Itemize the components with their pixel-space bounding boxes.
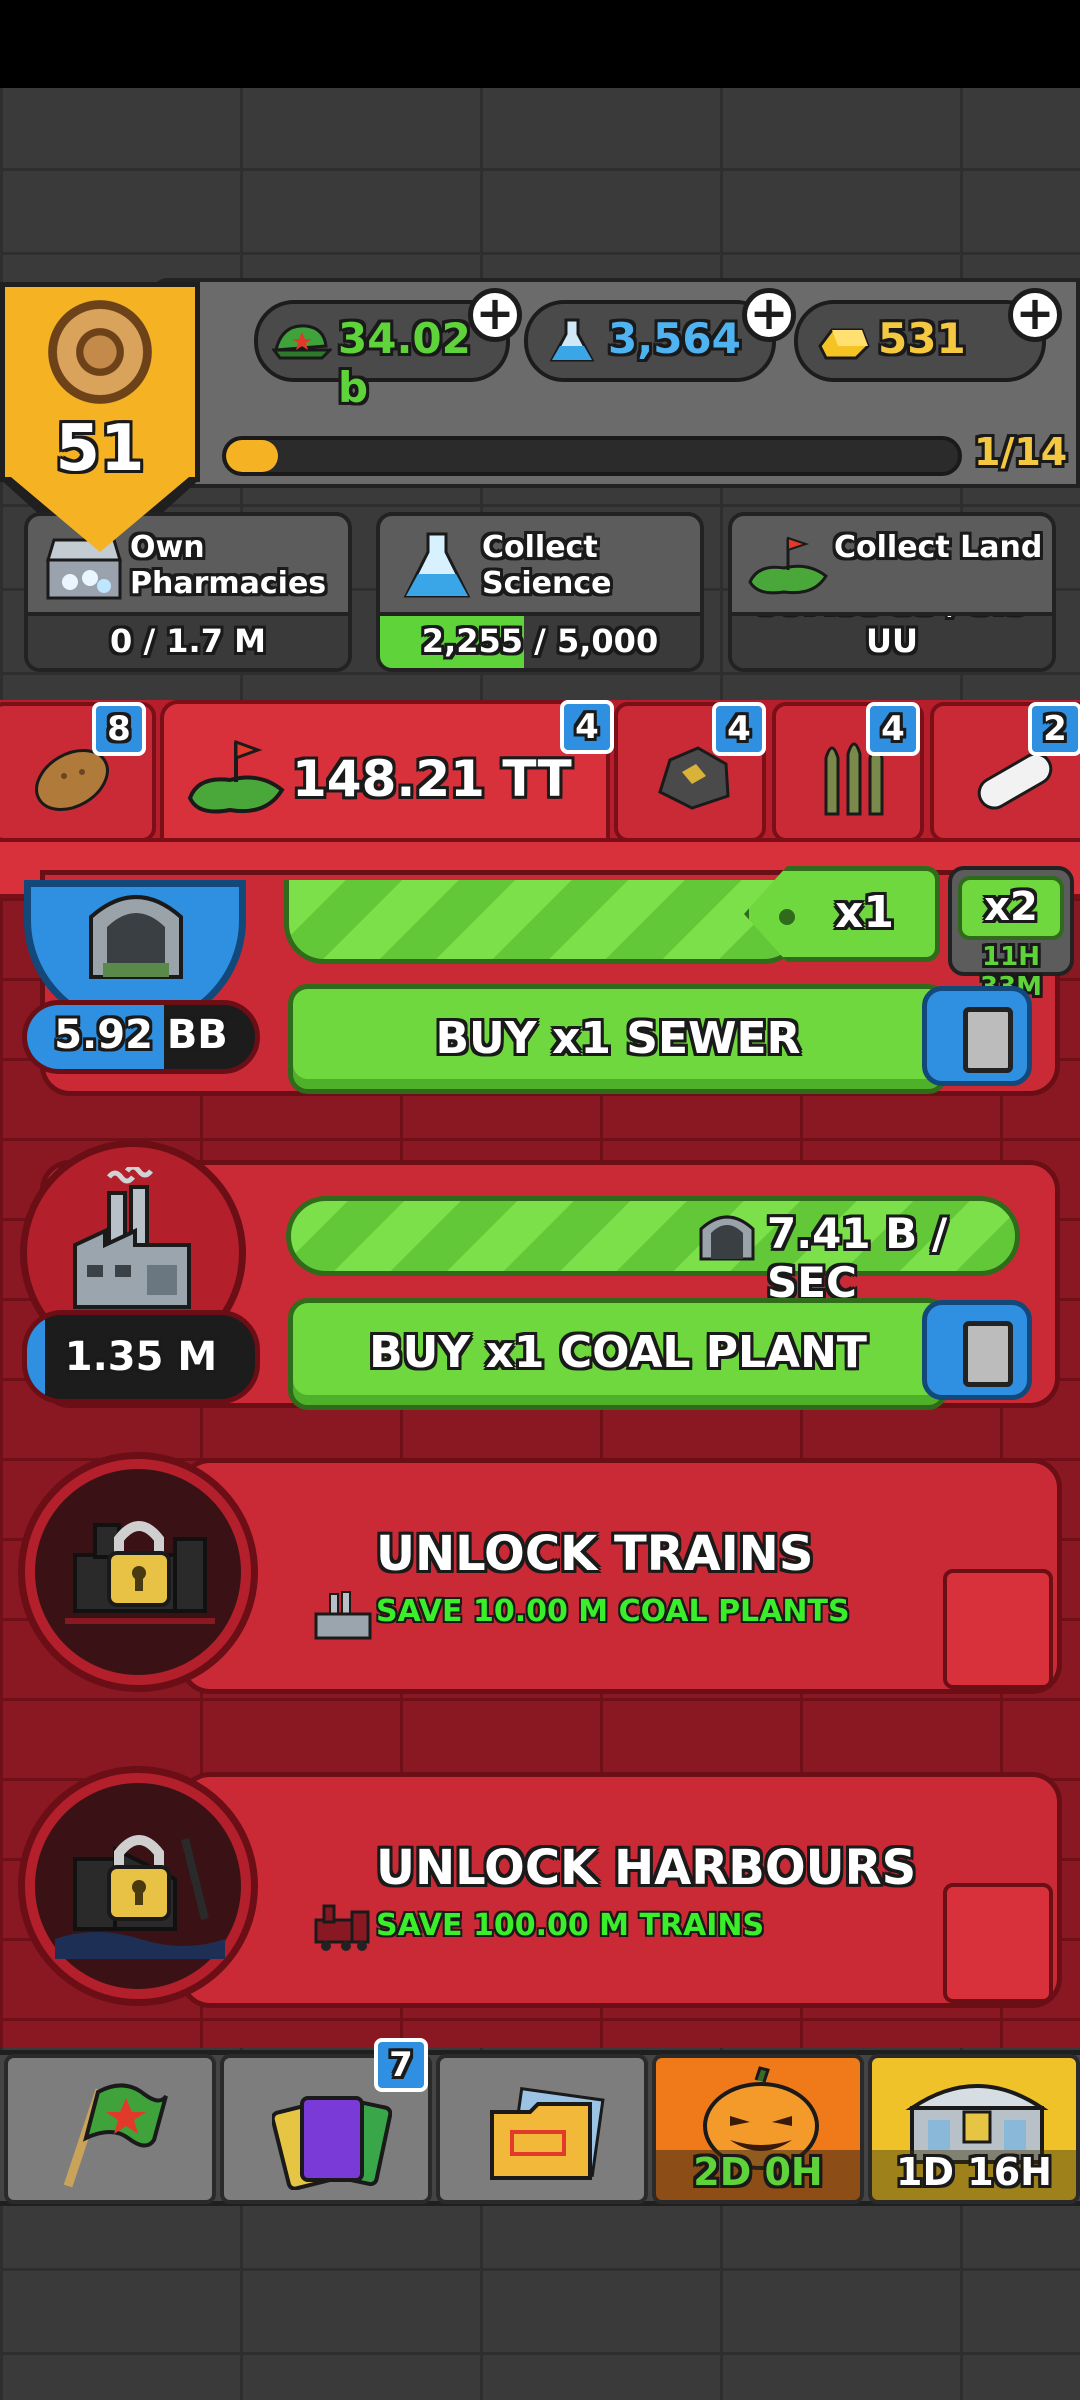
add-cash-plus-icon[interactable]: + — [468, 288, 522, 342]
sewer-count: 5.92 BB — [22, 1000, 260, 1074]
cards-icon — [272, 2095, 392, 2190]
science-counter[interactable]: 3,564 + — [524, 288, 796, 382]
buy-coal-plant-label: BUY x1 COAL PLANT — [369, 1327, 867, 1378]
quest-progress-bar: 0 / 1.7 M — [28, 612, 348, 668]
buy-coal-plant-button[interactable]: BUY x1 COAL PLANT — [288, 1298, 948, 1410]
quest-label: Collect Science — [482, 530, 612, 601]
chest-timer: 1D 16H — [896, 2150, 1052, 2194]
nav-missions-button[interactable] — [436, 2054, 648, 2204]
tab-badge: 4 — [712, 702, 766, 756]
unlock-trains-title: UNLOCK TRAINS — [376, 1526, 814, 1582]
nav-chest-button[interactable]: 1D 16H — [868, 2054, 1080, 2204]
tab-pill[interactable]: 2 — [930, 702, 1080, 842]
tv-icon: x2 — [958, 876, 1064, 940]
coal-plant-production-bar: 7.41 B / SEC — [286, 1196, 1020, 1307]
tag-hole-icon — [779, 909, 795, 925]
level-progress-bar — [222, 436, 962, 476]
tab-ore[interactable]: 4 — [614, 702, 766, 842]
folder-icon — [490, 2086, 605, 2180]
level-progress-fill — [226, 440, 278, 472]
coal-plant-upgrade-card-button[interactable] — [922, 1300, 1032, 1400]
tab-badge: 8 — [92, 702, 146, 756]
train-small-icon — [314, 1904, 370, 1951]
quest-progress-bar: 907.58 SS / 5.5 UU — [732, 612, 1052, 668]
coal-plant-count: 1.35 M — [22, 1310, 260, 1404]
harbours-locked-circle — [18, 1766, 258, 2006]
sewer-icon — [89, 895, 183, 979]
quest-progress-bar: 2,255 / 5,000 — [380, 612, 700, 668]
nav-halloween-event-button[interactable]: 2D 0H — [652, 2054, 864, 2204]
event-timer: 2D 0H — [693, 2150, 823, 2194]
player-level: 51 — [55, 412, 145, 486]
unlock-trains-corner — [943, 1569, 1053, 1689]
unlock-harbours-corner — [943, 1883, 1053, 2003]
gold-value: 531 — [878, 314, 966, 363]
sewer-count-value: 5.92 BB — [54, 1012, 228, 1058]
land-flag-icon — [187, 739, 285, 814]
sewer-small-icon — [699, 1215, 755, 1261]
nav-cards-button[interactable]: 7 — [220, 2038, 432, 2204]
quest-value: 0 / 1.7 M — [110, 622, 266, 660]
land-flag-icon — [748, 536, 828, 595]
sewer-production-bar — [284, 880, 804, 964]
sewer-upgrade-card-button[interactable] — [922, 986, 1032, 1086]
land-value: 148.21 TT — [292, 750, 572, 808]
quest-collect-land[interactable]: Collect Land 907.58 SS / 5.5 UU — [728, 512, 1056, 672]
gear-icon — [48, 300, 152, 404]
unlock-harbours-requirement: SAVE 100.00 M TRAINS — [376, 1908, 765, 1943]
tab-potato[interactable]: 8 — [0, 702, 156, 842]
add-science-plus-icon[interactable]: + — [742, 288, 796, 342]
gold-counter[interactable]: 531 + — [794, 288, 1062, 382]
coal-plant-count-value: 1.35 M — [64, 1334, 218, 1380]
status-bar — [0, 0, 1080, 88]
multiplier-x2-boost-button[interactable]: x2 11H 33M — [948, 866, 1074, 1002]
tab-badge: 4 — [560, 700, 614, 754]
buy-sewer-button[interactable]: BUY x1 SEWER — [288, 984, 948, 1094]
locked-harbour-icon — [55, 1835, 225, 1959]
gold-bar-icon — [818, 328, 870, 360]
army-cap-icon — [272, 324, 332, 360]
quest-collect-science[interactable]: Collect Science 2,255 / 5,000 — [376, 512, 704, 672]
tab-badge: 4 — [866, 702, 920, 756]
buy-sewer-label: BUY x1 SEWER — [435, 1013, 801, 1064]
tab-badge: 2 — [1028, 702, 1080, 756]
nav-flag-button[interactable] — [4, 2054, 216, 2204]
boost-value: x2 — [984, 884, 1038, 930]
flask-icon — [403, 532, 471, 598]
science-value: 3,564 — [608, 314, 741, 363]
multiplier-value: x1 — [835, 887, 894, 938]
quest-value: 907.58 SS / 5.5 UU — [757, 616, 1027, 660]
cards-badge: 7 — [374, 2038, 428, 2092]
add-gold-plus-icon[interactable]: + — [1008, 288, 1062, 342]
trains-locked-circle — [18, 1452, 258, 1692]
quest-label: Collect Land — [834, 530, 1043, 565]
flag-icon — [63, 2083, 168, 2188]
level-progress-text: 1/14 — [974, 430, 1068, 474]
unlock-trains-requirement: SAVE 10.00 M COAL PLANTS — [376, 1594, 850, 1629]
cash-counter[interactable]: 34.02 b + — [254, 288, 522, 412]
coal-plant-small-icon — [314, 1591, 372, 1640]
unlock-harbours-title: UNLOCK HARBOURS — [376, 1840, 917, 1896]
quest-value: 2,255 / 5,000 — [421, 622, 659, 660]
coal-plant-icon — [73, 1167, 191, 1309]
flask-icon — [549, 318, 595, 362]
tab-ammo[interactable]: 4 — [772, 702, 924, 842]
locked-train-icon — [65, 1521, 215, 1624]
coal-plant-rate: 7.41 B / SEC — [767, 1209, 948, 1307]
